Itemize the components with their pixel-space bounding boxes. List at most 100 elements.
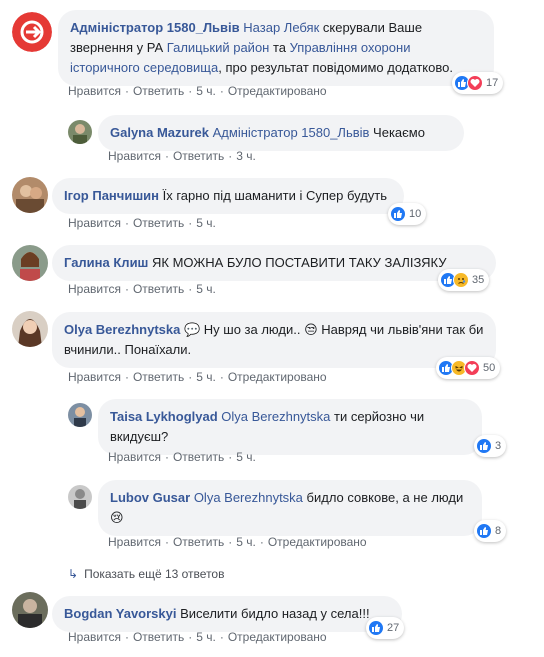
comment-bubble: Olya Berezhnytska 💬 Ну шо за люди.. 😒 На… [52,312,496,368]
reaction-summary[interactable]: 27 [366,617,405,639]
comment-actions: Нравится · Ответить · 5 ч. · Отредактировано [68,630,327,644]
comment-text: Їх гарно під шаманити і Супер будуть [159,188,388,203]
comment-text: , про результат повідомимо додатково. [218,60,453,75]
like-button[interactable]: Нравится [108,535,161,549]
timestamp[interactable]: 3 ч. [236,149,256,163]
timestamp[interactable]: 5 ч. [196,370,216,384]
messenger-icon: 💬 [183,322,201,337]
comment-text: та [269,40,290,55]
reaction-summary[interactable]: 17 [452,72,504,94]
love-icon [464,360,480,376]
love-icon [467,75,483,91]
reaction-count: 17 [486,77,499,89]
reply-button[interactable]: Ответить [133,84,184,98]
comment-bubble: Taisa Lykhoglyad Olya Berezhnytska ти се… [98,399,482,455]
mention-link[interactable]: Olya Berezhnytska [221,409,330,424]
edited-label: Отредактировано [227,84,327,98]
link-galytskyi[interactable]: Галицький район [167,40,270,55]
user-photo-icon [68,485,92,509]
comment-author[interactable]: Lubov Gusar [110,490,190,505]
comment-actions: Нравится · Ответить · 5 ч. · Отредактировано [68,370,327,384]
comment-author[interactable]: Galyna Mazurek [110,125,209,140]
like-button[interactable]: Нравится [68,216,121,230]
reply-button[interactable]: Ответить [173,535,224,549]
reply-arrow-icon: ↳ [68,567,79,581]
comment-bubble: Galyna Mazurek Адміністратор 1580_Львів … [98,115,464,151]
timestamp[interactable]: 5 ч. [236,450,256,464]
like-button[interactable]: Нравится [68,84,121,98]
avatar[interactable] [12,12,52,52]
reply-button[interactable]: Ответить [173,450,224,464]
user-photo-icon [68,120,92,144]
reaction-count: 10 [409,208,422,220]
comment-actions: Нравится · Ответить · 5 ч. · Отредактировано [68,84,327,98]
comment-bubble: Адміністратор 1580_Львів Назар Лебяк ске… [58,10,494,86]
comment-text: Виселити бидло назад у села!!! [176,606,370,621]
timestamp[interactable]: 5 ч. [196,282,216,296]
like-icon [476,438,492,454]
reaction-summary[interactable]: 10 [388,203,427,225]
mention-link[interactable]: Адміністратор 1580_Львів [213,125,370,140]
comment-actions: Нравится · Ответить · 5 ч. [108,450,256,464]
edited-label: Отредактировано [267,535,367,549]
like-button[interactable]: Нравится [68,630,121,644]
reply-button[interactable]: Ответить [133,630,184,644]
reply-button[interactable]: Ответить [133,282,184,296]
mention-link[interactable]: Olya Berezhnytska [194,490,303,505]
reply-button[interactable]: Ответить [133,216,184,230]
like-icon [390,206,406,222]
avatar[interactable] [68,403,92,427]
user-photo-icon [68,403,92,427]
avatar[interactable] [12,311,48,347]
reaction-summary[interactable]: 8 [474,520,507,542]
avatar[interactable] [68,120,92,144]
comment-bubble: Ігор Панчишин Їх гарно під шаманити і Су… [52,178,404,214]
crying-emoji-icon: 😢 [110,510,124,525]
comment-actions: Нравится · Ответить · 5 ч. [68,282,216,296]
user-photo-icon [12,177,48,213]
reaction-summary[interactable]: 3 [474,435,507,457]
reply-button[interactable]: Ответить [173,149,224,163]
like-button[interactable]: Нравится [68,370,121,384]
like-button[interactable]: Нравится [108,450,161,464]
like-button[interactable]: Нравится [108,149,161,163]
comment-author[interactable]: Адміністратор 1580_Львів [70,20,240,35]
comment-author[interactable]: Галина Клиш [64,255,148,270]
admin-logo-icon [12,12,52,52]
reaction-count: 27 [387,622,400,634]
reply-button[interactable]: Ответить [133,370,184,384]
timestamp[interactable]: 5 ч. [196,216,216,230]
avatar[interactable] [68,485,92,509]
reaction-summary[interactable]: 50 [436,357,501,379]
comment-text: бидло совкове, а не люди [302,490,464,505]
sad-icon [453,272,469,288]
avatar[interactable] [12,592,48,628]
reaction-count: 3 [495,440,502,452]
comment-text: ЯК МОЖНА БУЛО ПОСТАВИТИ ТАКУ ЗАЛІЗЯКУ [148,255,447,270]
avatar[interactable] [12,245,48,281]
timestamp[interactable]: 5 ч. [236,535,256,549]
reaction-count: 50 [483,362,496,374]
timestamp[interactable]: 5 ч. [196,630,216,644]
show-more-label: Показать ещё 13 ответов [84,567,225,581]
comment-text: Чекаємо [369,125,425,140]
user-photo-icon [12,311,48,347]
comment-bubble: Lubov Gusar Olya Berezhnytska бидло совк… [98,480,482,536]
comment-actions: Нравится · Ответить · 5 ч. [68,216,216,230]
comment-author[interactable]: Ігор Панчишин [64,188,159,203]
comment-author[interactable]: Taisa Lykhoglyad [110,409,218,424]
comment-bubble: Галина Клиш ЯК МОЖНА БУЛО ПОСТАВИТИ ТАКУ… [52,245,496,281]
like-icon [368,620,384,636]
like-icon [476,523,492,539]
comment-author[interactable]: Bogdan Yavorskyi [64,606,176,621]
like-button[interactable]: Нравится [68,282,121,296]
show-more-replies-button[interactable]: ↳ Показать ещё 13 ответов [68,567,224,581]
mention-link[interactable]: Назар Лебяк [243,20,319,35]
avatar[interactable] [12,177,48,213]
timestamp[interactable]: 5 ч. [196,84,216,98]
reaction-count: 35 [472,274,485,286]
reaction-summary[interactable]: 35 [438,269,490,291]
comment-author[interactable]: Olya Berezhnytska [64,322,180,337]
comment-actions: Нравится · Ответить · 5 ч. · Отредактировано [108,535,367,549]
edited-label: Отредактировано [227,630,327,644]
